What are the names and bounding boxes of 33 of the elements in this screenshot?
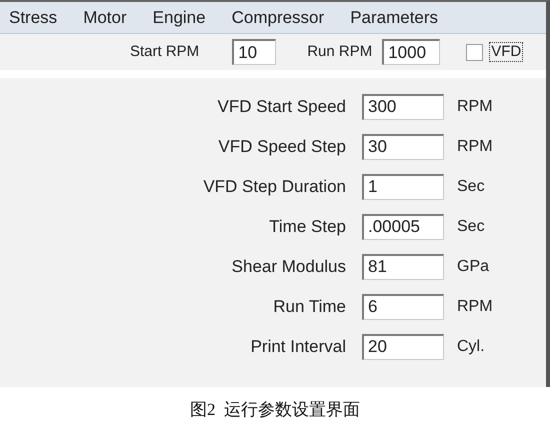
text-field[interactable]: .00005 xyxy=(362,214,444,240)
text-field[interactable]: 10 xyxy=(232,39,276,65)
parameter-label: Time Step xyxy=(268,216,346,238)
menu-item[interactable]: Engine xyxy=(152,4,206,30)
figure-caption: 图2 运行参数设置界面 xyxy=(190,398,360,421)
parameter-label: VFD Start Speed xyxy=(216,96,346,118)
text-field[interactable]: 6 xyxy=(362,294,444,320)
parameter-label: Shear Modulus xyxy=(230,256,346,278)
text-field[interactable]: 20 xyxy=(362,334,444,360)
parameter-label: VFD Step Duration xyxy=(202,176,346,198)
menu-item[interactable]: Parameters xyxy=(350,4,438,30)
unit-label: RPM xyxy=(457,297,493,317)
parameter-label: Run Time xyxy=(272,296,346,318)
checkbox-label[interactable]: VFD xyxy=(489,42,524,62)
text-field[interactable]: 30 xyxy=(362,134,444,160)
text-field[interactable]: 1000 xyxy=(382,39,440,65)
unit-label: RPM xyxy=(457,137,493,157)
menu-item[interactable]: Motor xyxy=(83,4,127,30)
unit-label: GPa xyxy=(457,257,490,277)
text-field[interactable]: 1 xyxy=(362,174,444,200)
unit-label: RPM xyxy=(457,97,493,117)
text-field[interactable]: 81 xyxy=(362,254,444,280)
parameter-label: Print Interval xyxy=(250,336,346,358)
field-label: Run RPM xyxy=(307,42,372,62)
unit-label: Sec xyxy=(457,177,485,197)
parameter-label: VFD Speed Step xyxy=(217,136,346,158)
menu-item[interactable]: Stress xyxy=(9,4,58,30)
text-field[interactable]: 300 xyxy=(362,94,444,120)
unit-label: Cyl. xyxy=(457,337,485,357)
field-label: Start RPM xyxy=(130,42,200,62)
unit-label: Sec xyxy=(457,217,485,237)
menu-item[interactable]: Compressor xyxy=(232,4,324,30)
checkbox[interactable] xyxy=(466,44,484,60)
